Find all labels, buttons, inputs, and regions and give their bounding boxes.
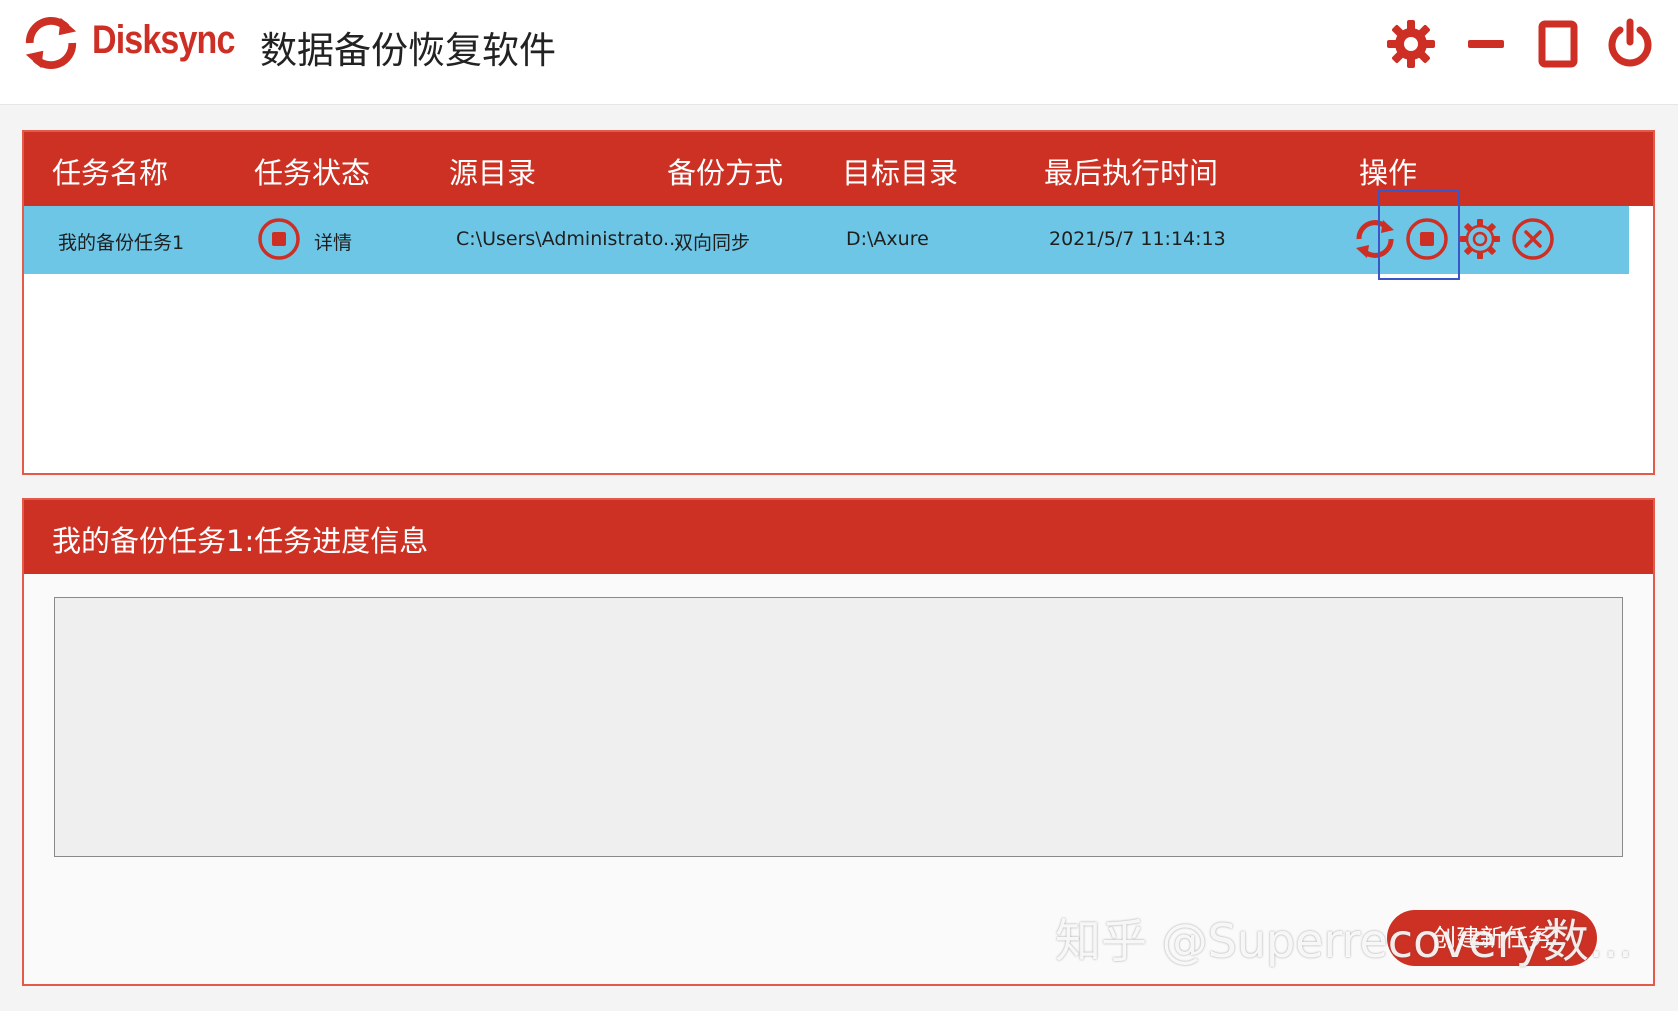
- column-header-target: 目标目录: [842, 156, 959, 190]
- settings-button[interactable]: [1385, 18, 1437, 70]
- delete-button[interactable]: [1510, 216, 1556, 262]
- power-button[interactable]: [1604, 18, 1656, 70]
- column-header-actions: 操作: [1359, 156, 1418, 190]
- progress-header: 我的备份任务1:任务进度信息: [24, 500, 1653, 574]
- brand-name: Disksync: [92, 18, 235, 62]
- close-circle-icon: [1512, 218, 1554, 260]
- target-path: D:\Axure: [846, 228, 929, 250]
- column-header-task-name: 任务名称: [52, 156, 169, 190]
- task-settings-button[interactable]: [1457, 216, 1503, 262]
- last-run-time: 2021/5/7 11:14:13: [1049, 228, 1226, 250]
- source-path: C:\Users\Administrato...: [456, 228, 682, 250]
- task-name: 我的备份任务1: [58, 232, 185, 254]
- maximize-button[interactable]: [1532, 18, 1584, 70]
- progress-log[interactable]: [54, 597, 1623, 857]
- task-table: 任务名称 任务状态 源目录 备份方式 目标目录 最后执行时间 操作 我的备份任务…: [22, 130, 1655, 475]
- table-row[interactable]: 我的备份任务1 详情 C:\Users\Administrato... 双向同步…: [24, 190, 1629, 280]
- gear-outline-icon: [1460, 219, 1500, 259]
- focus-highlight: [1378, 190, 1460, 280]
- column-header-task-status: 任务状态: [254, 156, 371, 190]
- app-title: 数据备份恢复软件: [260, 29, 556, 72]
- minimize-button[interactable]: [1460, 18, 1512, 70]
- gear-icon: [1387, 20, 1435, 68]
- progress-title: 我的备份任务1:任务进度信息: [52, 524, 429, 558]
- stop-circle-icon[interactable]: [256, 216, 302, 262]
- sync-arrows-icon: [22, 14, 80, 72]
- backup-mode: 双向同步: [674, 232, 751, 254]
- progress-panel: 我的备份任务1:任务进度信息 创建新任务: [22, 498, 1655, 986]
- column-header-source: 源目录: [449, 156, 537, 190]
- title-bar: Disksync 数据备份恢复软件: [0, 0, 1678, 105]
- details-link[interactable]: 详情: [314, 228, 352, 255]
- column-header-last-run: 最后执行时间: [1044, 156, 1219, 190]
- maximize-icon: [1538, 20, 1578, 68]
- column-header-mode: 备份方式: [667, 156, 784, 190]
- new-task-button[interactable]: 创建新任务: [1387, 910, 1597, 966]
- minimize-icon: [1468, 40, 1504, 48]
- power-icon: [1608, 18, 1652, 67]
